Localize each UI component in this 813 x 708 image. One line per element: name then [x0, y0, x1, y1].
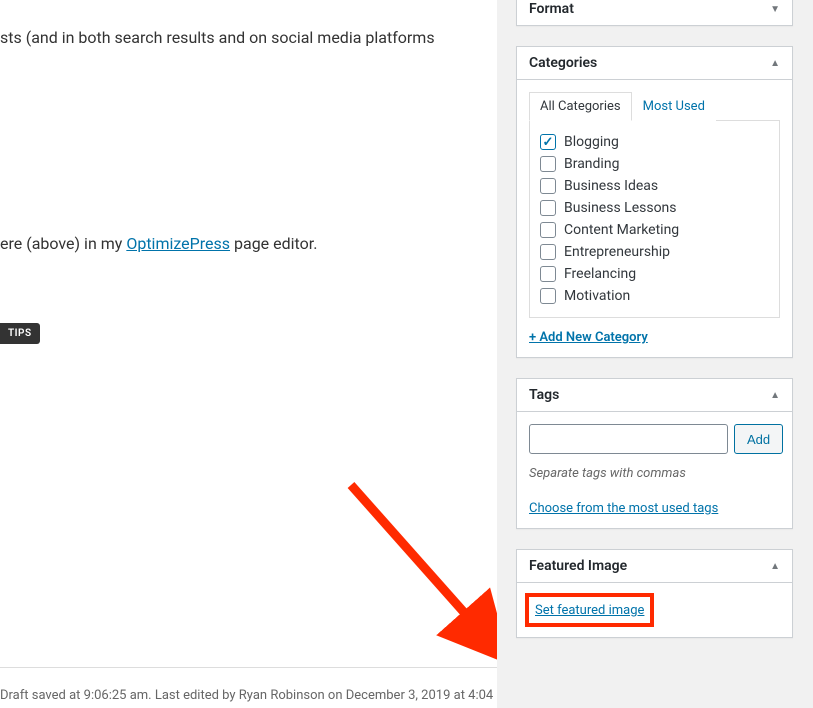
tips-badge[interactable]: TIPS: [0, 323, 40, 344]
category-label: Entrepreneurship: [564, 244, 670, 260]
set-featured-image-link[interactable]: Set featured image: [535, 603, 644, 618]
category-label: Blogging: [564, 134, 619, 150]
tags-input[interactable]: [529, 424, 728, 454]
optimizepress-link[interactable]: OptimizePress: [126, 234, 230, 253]
tags-header[interactable]: Tags ▲: [517, 379, 792, 412]
category-label: Motivation: [564, 288, 630, 304]
category-item-blogging[interactable]: Blogging: [540, 131, 769, 153]
checkbox-icon[interactable]: [540, 200, 556, 216]
body-paragraph-2: ere (above) in my OptimizePress page edi…: [0, 234, 317, 253]
category-item-content-marketing[interactable]: Content Marketing: [540, 219, 769, 241]
format-postbox: Format ▼: [516, 0, 793, 26]
categories-list: Blogging Branding Business Ideas Busines…: [529, 120, 780, 318]
checkbox-icon[interactable]: [540, 244, 556, 260]
chevron-up-icon: ▲: [770, 561, 780, 572]
chevron-up-icon: ▲: [770, 390, 780, 401]
body-text-pre: ere (above) in my: [0, 234, 126, 253]
draft-status: Draft saved at 9:06:25 am. Last edited b…: [0, 688, 515, 703]
featured-image-header[interactable]: Featured Image ▲: [517, 550, 792, 583]
featured-image-postbox: Featured Image ▲ Set featured image: [516, 549, 793, 638]
categories-header[interactable]: Categories ▲: [517, 47, 792, 80]
category-item-motivation[interactable]: Motivation: [540, 285, 769, 307]
category-label: Content Marketing: [564, 222, 679, 238]
checkbox-icon[interactable]: [540, 178, 556, 194]
category-label: Business Lessons: [564, 200, 677, 216]
tags-hint: Separate tags with commas: [529, 466, 780, 481]
categories-title: Categories: [529, 55, 597, 71]
category-item-branding[interactable]: Branding: [540, 153, 769, 175]
category-item-freelancing[interactable]: Freelancing: [540, 263, 769, 285]
annotation-callout: Set featured image: [525, 593, 654, 627]
tags-body: Add Separate tags with commas Choose fro…: [517, 412, 792, 528]
sidebar: Format ▼ Categories ▲ All Categories Mos…: [497, 0, 813, 708]
body-paragraph-1: sts (and in both search results and on s…: [0, 28, 435, 47]
categories-body: All Categories Most Used Blogging Brandi…: [517, 80, 792, 357]
featured-image-title: Featured Image: [529, 558, 627, 574]
featured-image-body: Set featured image: [517, 583, 792, 637]
checkbox-icon[interactable]: [540, 156, 556, 172]
editor-content: sts (and in both search results and on s…: [0, 0, 497, 708]
editor-divider: [0, 667, 497, 668]
checkbox-icon[interactable]: [540, 266, 556, 282]
add-new-category-link[interactable]: + Add New Category: [529, 330, 780, 345]
categories-postbox: Categories ▲ All Categories Most Used Bl…: [516, 46, 793, 358]
tags-title: Tags: [529, 387, 559, 403]
chevron-up-icon: ▲: [770, 58, 780, 69]
category-label: Branding: [564, 156, 619, 172]
tags-input-row: Add: [529, 424, 780, 454]
chevron-down-icon: ▼: [770, 4, 780, 15]
category-item-business-lessons[interactable]: Business Lessons: [540, 197, 769, 219]
checkbox-icon[interactable]: [540, 288, 556, 304]
format-header[interactable]: Format ▼: [517, 0, 792, 25]
category-label: Freelancing: [564, 266, 636, 282]
category-label: Business Ideas: [564, 178, 658, 194]
categories-tabs: All Categories Most Used: [529, 92, 780, 121]
add-tag-button[interactable]: Add: [734, 424, 783, 454]
tab-most-used[interactable]: Most Used: [632, 92, 716, 121]
tab-all-categories[interactable]: All Categories: [529, 92, 632, 121]
format-title: Format: [529, 1, 574, 17]
checkbox-icon[interactable]: [540, 222, 556, 238]
category-item-entrepreneurship[interactable]: Entrepreneurship: [540, 241, 769, 263]
tags-postbox: Tags ▲ Add Separate tags with commas Cho…: [516, 378, 793, 529]
body-text-post: page editor.: [230, 234, 317, 253]
checkbox-icon[interactable]: [540, 134, 556, 150]
choose-most-used-tags-link[interactable]: Choose from the most used tags: [529, 501, 718, 516]
category-item-business-ideas[interactable]: Business Ideas: [540, 175, 769, 197]
